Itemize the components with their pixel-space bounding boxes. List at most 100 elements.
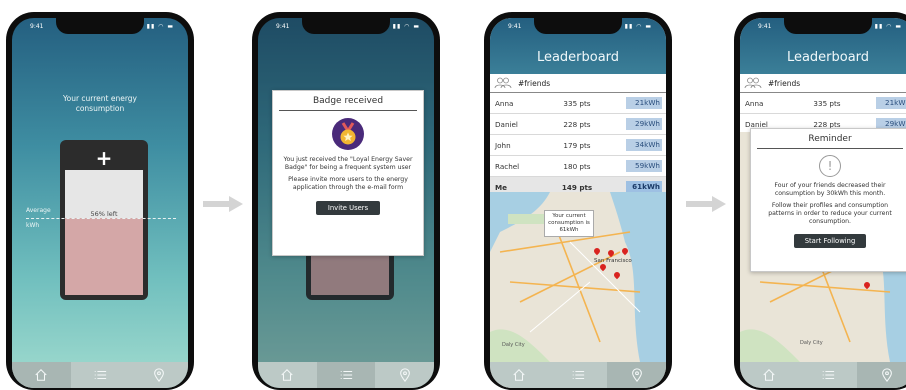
average-line: [26, 218, 176, 219]
tab-bar: [490, 362, 666, 388]
badge-modal: Badge received You just received the "Lo…: [272, 90, 424, 256]
home-icon: [513, 369, 525, 381]
arrow-right-icon: [203, 196, 243, 212]
status-icons: ▮▮ ◠ ▬: [874, 23, 902, 30]
list-icon: [822, 370, 835, 380]
arrow-right-icon: [686, 196, 726, 212]
row-name: Me: [495, 182, 508, 192]
medal-icon: [332, 118, 364, 150]
consumption-callout: Your current consumption is 61kWh: [544, 210, 594, 237]
leaderboard-table: #friends Anna335 pts21kWh Daniel228 pts2…: [740, 74, 906, 135]
energy-title-line2: consumption: [75, 104, 125, 113]
tab-map[interactable]: [375, 362, 434, 388]
start-following-button[interactable]: Start Following: [794, 234, 866, 248]
map-view[interactable]: San Francisco Daly City Your current con…: [490, 192, 666, 362]
table-row[interactable]: John 179 pts 34kWh: [490, 135, 666, 156]
leaderboard-title: Leaderboard: [536, 50, 620, 65]
alert-wrap: !: [751, 155, 906, 177]
phone-leaderboard: Leaderboard 9:41 ▮▮ ◠ ▬ #friends Anna 335…: [484, 12, 672, 390]
row-name: Rachel: [495, 161, 520, 171]
tab-map[interactable]: [857, 362, 906, 388]
tab-list[interactable]: [316, 362, 376, 388]
tab-bar: [258, 362, 434, 388]
notch: [534, 18, 622, 34]
battery-remaining: [65, 218, 143, 295]
users-icon: [744, 77, 762, 89]
reminder-text: Four of your friends decreased their con…: [774, 182, 886, 197]
list-icon: [572, 370, 585, 380]
status-icons: ▮▮ ◠ ▬: [392, 23, 420, 30]
tab-bar: [740, 362, 906, 388]
phone-reminder: Leaderboard 9:41 ▮▮ ◠ ▬ #friends Anna 335…: [734, 12, 906, 390]
row-points: 335 pts: [563, 98, 591, 108]
home-icon: [35, 369, 47, 381]
notch: [302, 18, 390, 34]
average-label-line1: Average: [26, 207, 51, 214]
tab-map[interactable]: [607, 362, 666, 388]
table-row[interactable]: Daniel 228 pts 29kWh: [490, 114, 666, 135]
map-daly-label: Daly City: [800, 340, 823, 346]
badge-modal-title: Badge received: [279, 91, 417, 111]
row-points: 228 pts: [563, 119, 591, 129]
tab-home[interactable]: [12, 362, 71, 388]
table-row[interactable]: Anna 335 pts 21kWh: [740, 93, 906, 114]
row-name: Daniel: [495, 119, 518, 129]
friends-group-label: #friends: [518, 78, 551, 88]
tab-list[interactable]: [71, 362, 130, 388]
map-city-label: San Francisco: [594, 258, 632, 264]
tab-map[interactable]: [129, 362, 188, 388]
medal-wrap: [273, 117, 423, 151]
energy-title: Your current energy consumption: [12, 94, 188, 114]
tab-home[interactable]: [740, 362, 799, 388]
battery-percent: 56% left: [90, 210, 118, 218]
reminder-modal: Reminder ! Four of your friends decrease…: [750, 128, 906, 272]
tab-list[interactable]: [549, 362, 608, 388]
status-time: 9:41: [276, 23, 290, 30]
notch: [784, 18, 872, 34]
home-icon: [763, 369, 775, 381]
average-label-line2: kWh: [26, 222, 40, 229]
tab-bar: [12, 362, 188, 388]
row-points: 149 pts: [561, 182, 593, 192]
reminder-screen: Leaderboard 9:41 ▮▮ ◠ ▬ #friends Anna 335…: [740, 18, 906, 388]
battery-plus: +: [95, 146, 113, 170]
leaderboard-title: Leaderboard: [786, 50, 870, 65]
status-time: 9:41: [508, 23, 522, 30]
status-icons: ▮▮ ◠ ▬: [146, 23, 174, 30]
status-time: 9:41: [758, 23, 772, 30]
badge-text: You just received the "Loyal Energy Save…: [283, 156, 413, 171]
badge-screen: 9:41 ▮▮ ◠ ▬ Badge received You just rece…: [258, 18, 434, 388]
friends-group-label: #friends: [768, 78, 801, 88]
tab-home[interactable]: [490, 362, 549, 388]
leaderboard-screen: Leaderboard 9:41 ▮▮ ◠ ▬ #friends Anna 335…: [490, 18, 666, 388]
tab-list[interactable]: [799, 362, 858, 388]
map-pin-icon: [631, 368, 642, 382]
follow-text: Follow their profiles and consumption pa…: [768, 202, 892, 225]
row-kwh: 21kWh: [626, 97, 662, 109]
row-points: 335 pts: [813, 98, 841, 108]
invite-text: Please invite more users to the energy a…: [288, 176, 408, 191]
reminder-modal-title: Reminder: [757, 129, 903, 149]
row-points: 179 pts: [563, 140, 591, 150]
status-icons: ▮▮ ◠ ▬: [624, 23, 652, 30]
energy-title-line1: Your current energy: [63, 94, 137, 103]
home-icon: [281, 369, 293, 381]
phone-badge: 9:41 ▮▮ ◠ ▬ Badge received You just rece…: [252, 12, 440, 390]
table-row[interactable]: Anna 335 pts 21kWh: [490, 93, 666, 114]
row-kwh: 21kWh: [876, 97, 906, 109]
map-daly-label: Daly City: [502, 342, 525, 348]
users-icon: [494, 77, 512, 89]
row-name: Anna: [495, 98, 514, 108]
table-row[interactable]: Rachel 180 pts 59kWh: [490, 156, 666, 177]
map-pin-icon: [153, 368, 164, 382]
row-kwh: 59kWh: [626, 160, 662, 172]
energy-screen: 9:41 ▮▮ ◠ ▬ Your current energy consumpt…: [12, 18, 188, 388]
status-time: 9:41: [30, 23, 44, 30]
friends-group[interactable]: #friends: [490, 74, 666, 93]
row-name: John: [495, 140, 511, 150]
row-kwh: 29kWh: [626, 118, 662, 130]
tab-home[interactable]: [258, 362, 317, 388]
row-name: Anna: [745, 98, 764, 108]
friends-group[interactable]: #friends: [740, 74, 906, 93]
invite-users-button[interactable]: Invite Users: [316, 201, 380, 215]
